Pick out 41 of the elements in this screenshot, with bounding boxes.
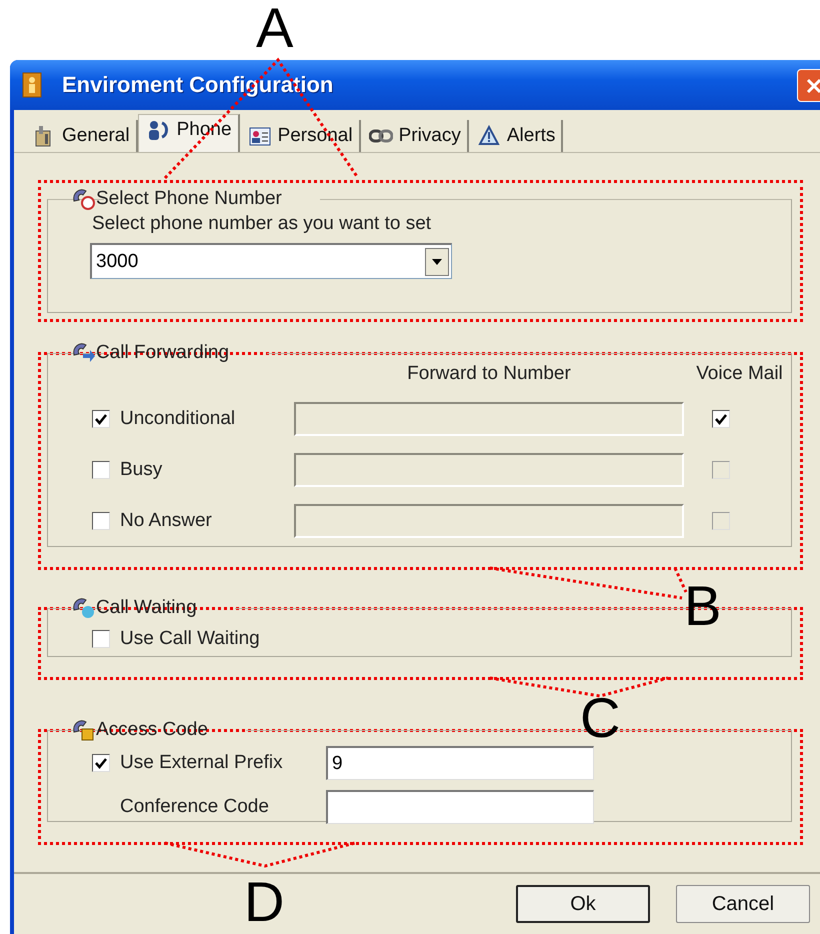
checkbox[interactable] — [92, 410, 110, 428]
group-title: Access Code — [96, 719, 208, 741]
checkbox-label: Unconditional — [120, 408, 236, 430]
alert-icon — [476, 125, 501, 147]
field-label: Select phone number as you want to set — [92, 213, 432, 235]
field-label: Conference Code — [120, 796, 269, 818]
phone-icon — [70, 596, 96, 620]
cancel-button[interactable]: Cancel — [676, 885, 810, 923]
checkbox[interactable] — [92, 630, 110, 648]
forward-number-field[interactable] — [294, 453, 684, 487]
callout-label: C — [580, 688, 620, 748]
checkbox[interactable] — [92, 512, 110, 530]
checkbox-label: Busy — [120, 459, 162, 481]
callout-label: A — [256, 0, 294, 58]
input-field[interactable] — [326, 790, 594, 824]
group-title: Call Forwarding — [96, 342, 230, 364]
group-title: Call Waiting — [96, 597, 197, 619]
column-header: Forward to Number — [406, 363, 572, 385]
id-card-icon — [248, 125, 272, 147]
checkbox-label: No Answer — [120, 510, 212, 532]
phone-number-dropdown[interactable]: 3000 — [90, 243, 452, 279]
callout-label: D — [244, 872, 284, 932]
app-icon — [22, 72, 42, 98]
close-icon — [804, 76, 820, 94]
group-title: Select Phone Number — [96, 188, 282, 210]
caret-icon — [432, 258, 442, 264]
phone-icon — [70, 718, 96, 742]
voice-mail-checkbox[interactable] — [712, 410, 730, 428]
checkbox[interactable] — [92, 754, 110, 772]
ok-button[interactable]: Ok — [516, 885, 650, 923]
column-header: Voice Mail — [695, 363, 783, 385]
callout-label: B — [684, 576, 722, 636]
forward-number-field[interactable] — [294, 504, 684, 538]
phone-icon — [70, 187, 96, 211]
checkbox-label: Use External Prefix — [120, 752, 283, 774]
checkbox-label: Use Call Waiting — [120, 628, 260, 650]
tab[interactable]: Phone — [138, 114, 240, 152]
person-phone-icon — [146, 119, 171, 141]
checkbox[interactable] — [92, 461, 110, 479]
input-field[interactable]: 9 — [326, 746, 594, 780]
forward-number-field[interactable] — [294, 402, 684, 436]
